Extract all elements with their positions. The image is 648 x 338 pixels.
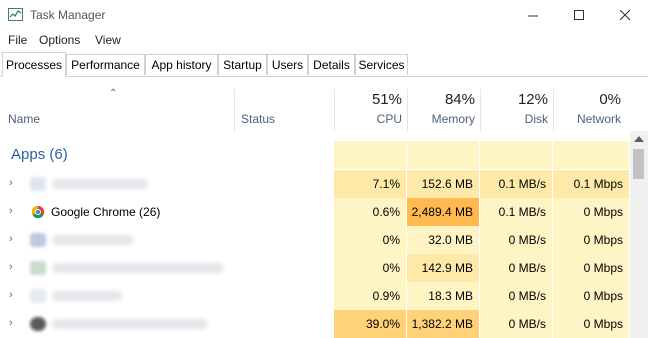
vertical-scrollbar[interactable] xyxy=(630,131,648,338)
title-bar: Task Manager xyxy=(0,0,648,30)
cpu-cell: 0.9% xyxy=(334,282,407,310)
app-icon xyxy=(30,317,46,331)
memory-cell: 152.6 MB xyxy=(407,170,480,198)
network-cell: 0.1 Mbps xyxy=(553,170,630,198)
disk-cell: 0.1 MB/s xyxy=(480,170,553,198)
column-cpu[interactable]: CPU xyxy=(377,112,402,126)
column-divider[interactable] xyxy=(480,89,481,131)
network-cell: 0 Mbps xyxy=(553,282,630,310)
memory-cell: 32.0 MB xyxy=(407,226,480,254)
disk-cell: 0.1 MB/s xyxy=(480,198,553,226)
process-row[interactable]: › 39.0% 1,382.2 MB 0 MB/s 0 Mbps xyxy=(0,310,630,338)
memory-cell: 142.9 MB xyxy=(407,254,480,282)
network-total: 0% xyxy=(599,91,621,108)
column-status[interactable]: Status xyxy=(241,112,275,126)
minimize-button[interactable] xyxy=(510,0,556,30)
tab-startup[interactable]: Startup xyxy=(218,54,267,75)
column-memory[interactable]: Memory xyxy=(432,112,475,126)
group-disk-cell xyxy=(480,141,553,169)
process-row[interactable]: › 0% 32.0 MB 0 MB/s 0 Mbps xyxy=(0,226,630,254)
memory-cell: 18.3 MB xyxy=(407,282,480,310)
column-divider[interactable] xyxy=(407,89,408,131)
menu-file[interactable]: File xyxy=(8,33,27,47)
memory-total: 84% xyxy=(444,91,475,108)
tab-details[interactable]: Details xyxy=(308,54,355,75)
column-divider[interactable] xyxy=(553,89,554,131)
network-cell: 0 Mbps xyxy=(553,198,630,226)
expand-chevron-icon[interactable]: › xyxy=(9,177,13,189)
tab-services[interactable]: Services xyxy=(355,54,408,75)
task-manager-icon xyxy=(8,8,23,21)
menu-view[interactable]: View xyxy=(95,33,121,47)
process-name: Google Chrome (26) xyxy=(51,205,161,219)
memory-cell: 2,489.4 MB xyxy=(407,198,480,226)
tab-app-history[interactable]: App history xyxy=(145,54,218,75)
column-disk[interactable]: Disk xyxy=(525,112,548,126)
cpu-cell: 0% xyxy=(334,226,407,254)
expand-chevron-icon[interactable]: › xyxy=(9,233,13,245)
expand-chevron-icon[interactable]: › xyxy=(9,261,13,273)
expand-chevron-icon[interactable]: › xyxy=(9,289,13,301)
network-cell: 0 Mbps xyxy=(553,310,630,338)
scrollbar-thumb[interactable] xyxy=(633,149,644,179)
disk-cell: 0 MB/s xyxy=(480,226,553,254)
process-name-redacted xyxy=(52,319,208,329)
cpu-cell: 39.0% xyxy=(334,310,407,338)
process-name-redacted xyxy=(52,179,148,189)
group-cpu-cell xyxy=(334,141,407,169)
column-divider[interactable] xyxy=(234,89,235,131)
process-row[interactable]: › 0% 142.9 MB 0 MB/s 0 Mbps xyxy=(0,254,630,282)
network-cell: 0 Mbps xyxy=(553,254,630,282)
process-row[interactable]: › 0.9% 18.3 MB 0 MB/s 0 Mbps xyxy=(0,282,630,310)
cpu-cell: 0.6% xyxy=(334,198,407,226)
menu-options[interactable]: Options xyxy=(39,33,80,47)
chrome-icon xyxy=(31,205,45,219)
apps-group-header[interactable]: Apps (6) xyxy=(0,141,630,169)
sort-up-icon[interactable]: ⌃ xyxy=(109,88,117,99)
column-name[interactable]: Name xyxy=(8,112,40,126)
disk-cell: 0 MB/s xyxy=(480,310,553,338)
window-title: Task Manager xyxy=(30,8,106,22)
process-name-redacted xyxy=(52,263,224,273)
process-name-redacted xyxy=(52,235,134,245)
minimize-icon xyxy=(527,15,538,16)
app-icon xyxy=(30,177,46,191)
disk-total: 12% xyxy=(517,91,548,108)
tab-bar: Processes Performance App history Startu… xyxy=(0,52,648,77)
app-icon xyxy=(30,233,46,247)
cpu-cell: 0% xyxy=(334,254,407,282)
app-icon xyxy=(30,289,46,303)
scroll-up-icon[interactable] xyxy=(634,136,644,143)
column-divider[interactable] xyxy=(334,89,335,131)
expand-chevron-icon[interactable]: › xyxy=(9,317,13,329)
disk-cell: 0 MB/s xyxy=(480,254,553,282)
memory-cell: 1,382.2 MB xyxy=(407,310,480,338)
expand-chevron-icon[interactable]: › xyxy=(9,205,13,217)
group-title: Apps (6) xyxy=(11,146,68,163)
maximize-button[interactable] xyxy=(556,0,602,30)
app-icon xyxy=(30,261,46,275)
group-memory-cell xyxy=(407,141,480,169)
process-row[interactable]: › 7.1% 152.6 MB 0.1 MB/s 0.1 Mbps xyxy=(0,170,630,198)
column-header: ⌃ Name Status 51% CPU 84% Memory 12% Dis… xyxy=(0,88,648,131)
maximize-icon xyxy=(573,9,584,20)
menu-bar: File Options View xyxy=(0,30,648,50)
disk-cell: 0 MB/s xyxy=(480,282,553,310)
tab-performance[interactable]: Performance xyxy=(66,54,145,75)
cpu-total: 51% xyxy=(371,91,402,108)
group-network-cell xyxy=(553,141,630,169)
close-button[interactable] xyxy=(602,0,648,30)
process-row[interactable]: › Google Chrome (26) 0.6% 2,489.4 MB 0.1… xyxy=(0,198,630,226)
tab-users[interactable]: Users xyxy=(267,54,308,75)
cpu-cell: 7.1% xyxy=(334,170,407,198)
network-cell: 0 Mbps xyxy=(553,226,630,254)
close-icon xyxy=(619,9,630,20)
tab-processes[interactable]: Processes xyxy=(2,52,66,77)
process-name-redacted xyxy=(52,291,122,301)
column-network[interactable]: Network xyxy=(577,112,621,126)
